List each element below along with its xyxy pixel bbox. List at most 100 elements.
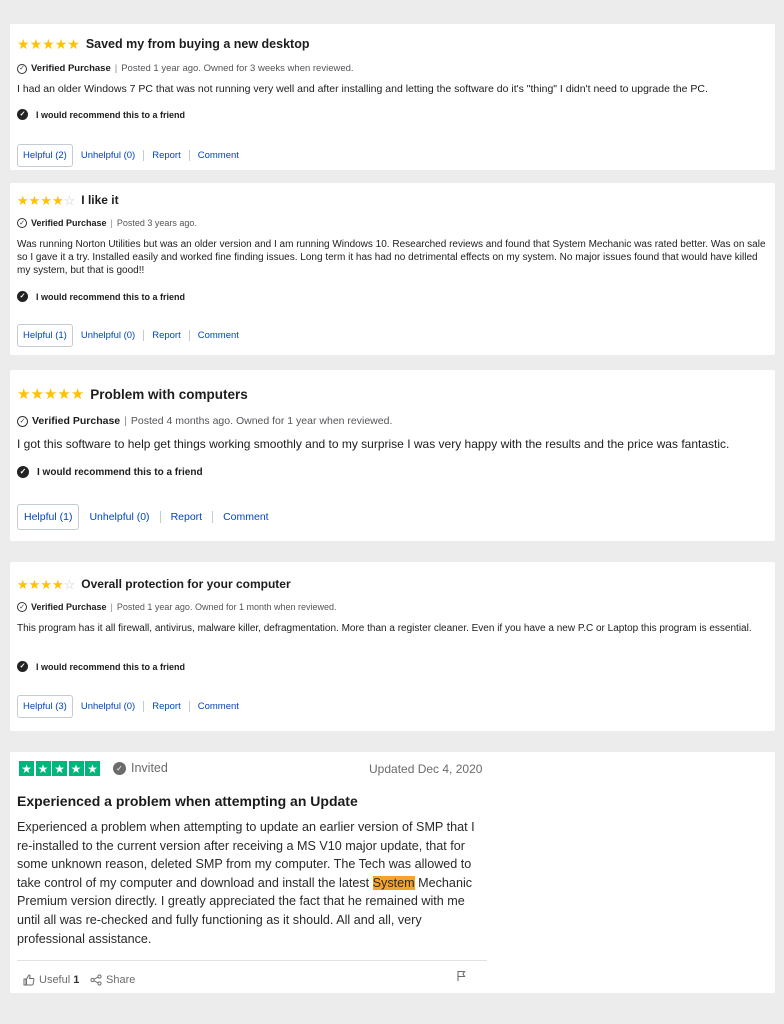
- star-filled-icon: ★: [54, 36, 68, 52]
- review-body: I got this software to help get things w…: [17, 437, 730, 451]
- verified-label: Verified Purchase: [31, 63, 111, 74]
- unhelpful-button[interactable]: Unhelpful (0): [72, 330, 144, 341]
- recommend-line: ✓ I would recommend this to a friend: [17, 466, 203, 478]
- review-card: ★ ★ ★ ★ ☆ I like it ✓ Verified Purchase | Po…: [10, 183, 775, 355]
- review-card: ★ ★ ★ ★ ☆ Overall protection for your comput…: [10, 562, 775, 731]
- recommend-text: I would recommend this to a friend: [37, 466, 203, 478]
- review-title: Saved my from buying a new desktop: [85, 37, 310, 51]
- comment-button[interactable]: Comment: [189, 330, 247, 341]
- recommend-line: ✓ I would recommend this to a friend: [17, 661, 185, 672]
- trustpilot-star-icon: ★: [85, 761, 100, 776]
- review-meta: ✓ Verified Purchase | Posted 4 months ag…: [17, 415, 392, 427]
- trustpilot-review-card: ★ ★ ★ ★ ★ ✓ Invited Updated Dec 4, 2020 Expe…: [10, 752, 775, 993]
- star-rating: ★ ★ ★ ★ ☆: [17, 578, 75, 591]
- helpful-button[interactable]: Helpful (1): [17, 324, 73, 347]
- useful-label: Useful: [39, 974, 71, 986]
- posted-info: Posted 3 years ago.: [116, 218, 197, 228]
- review-actions: Helpful (2) Unhelpful (0) Report Comment: [17, 144, 247, 167]
- star-filled-icon: ★: [51, 192, 64, 208]
- star-rating: ★ ★ ★ ★ ★: [17, 387, 84, 402]
- review-header: ★ ★ ★ ★ ☆ I like it: [17, 193, 119, 207]
- star-filled-icon: ★: [17, 192, 29, 208]
- review-body: This program has it all firewall, antivi…: [17, 623, 752, 634]
- review-card: ★ ★ ★ ★ ★ Saved my from buying a new desktop…: [10, 24, 775, 170]
- star-filled-icon: ★: [17, 36, 30, 52]
- review-card: ★ ★ ★ ★ ★ Problem with computers ✓ Verified …: [10, 370, 775, 541]
- invited-badge: ✓ Invited: [113, 761, 168, 775]
- review-title: Overall protection for your computer: [81, 577, 291, 591]
- unhelpful-button[interactable]: Unhelpful (0): [79, 511, 160, 523]
- report-button[interactable]: Report: [144, 701, 189, 712]
- helpful-button[interactable]: Helpful (3): [17, 695, 73, 718]
- review-actions: Helpful (1) Unhelpful (0) Report Comment: [17, 324, 247, 347]
- unhelpful-button[interactable]: Unhelpful (0): [72, 150, 144, 161]
- review-body: Experienced a problem when attempting to…: [17, 818, 485, 948]
- review-actions: Helpful (1) Unhelpful (0) Report Comment: [17, 504, 279, 530]
- review-date: Updated Dec 4, 2020: [369, 762, 483, 776]
- comment-button[interactable]: Comment: [189, 701, 247, 712]
- posted-info: Posted 1 year ago. Owned for 1 month whe…: [116, 602, 337, 612]
- trustpilot-star-icon: ★: [52, 761, 67, 776]
- report-button[interactable]: Report: [144, 330, 189, 341]
- review-header: ★ ★ ★ ★ ☆ Overall protection for your comput…: [17, 577, 291, 591]
- review-body: Was running Norton Utilities but was an …: [17, 239, 766, 276]
- flag-icon[interactable]: [456, 970, 467, 982]
- star-filled-icon: ★: [17, 386, 31, 403]
- star-rating: ★ ★ ★ ★ ★: [17, 37, 80, 51]
- review-meta: ✓ Verified Purchase | Posted 3 years ago…: [17, 218, 197, 228]
- verified-icon: ✓: [17, 63, 27, 74]
- star-filled-icon: ★: [40, 192, 52, 208]
- star-filled-icon: ★: [67, 36, 80, 52]
- review-actions: Helpful (3) Unhelpful (0) Report Comment: [17, 695, 247, 718]
- share-button[interactable]: Share: [90, 974, 135, 986]
- meta-separator: |: [110, 602, 113, 612]
- comment-button[interactable]: Comment: [189, 150, 247, 161]
- thumbs-up-icon: [23, 974, 35, 986]
- useful-count: 1: [73, 974, 80, 986]
- star-filled-icon: ★: [30, 386, 44, 403]
- recommend-check-icon: ✓: [17, 109, 28, 120]
- posted-info: Posted 4 months ago. Owned for 1 year wh…: [130, 415, 393, 427]
- useful-button[interactable]: Useful 1: [23, 974, 79, 986]
- review-meta: ✓ Verified Purchase | Posted 1 year ago.…: [17, 602, 337, 612]
- review-meta: ✓ Verified Purchase | Posted 1 year ago.…: [17, 63, 354, 74]
- trustpilot-star-icon: ★: [68, 761, 84, 776]
- report-button[interactable]: Report: [160, 511, 213, 523]
- star-rating: ★ ★ ★ ★ ☆: [17, 194, 75, 207]
- helpful-button[interactable]: Helpful (2): [17, 144, 73, 167]
- star-filled-icon: ★: [43, 386, 58, 403]
- helpful-button[interactable]: Helpful (1): [17, 504, 80, 530]
- star-filled-icon: ★: [70, 386, 85, 403]
- share-icon: [90, 974, 102, 986]
- verified-label: Verified Purchase: [32, 415, 121, 427]
- comment-button[interactable]: Comment: [213, 511, 279, 523]
- star-filled-icon: ★: [28, 192, 41, 208]
- star-filled-icon: ★: [29, 36, 43, 52]
- trustpilot-star-icon: ★: [19, 761, 34, 776]
- search-highlight: System: [372, 875, 415, 890]
- recommend-text: I would recommend this to a friend: [36, 291, 186, 302]
- recommend-line: ✓ I would recommend this to a friend: [17, 109, 185, 120]
- star-filled-icon: ★: [28, 576, 41, 592]
- recommend-check-icon: ✓: [17, 466, 29, 478]
- invited-label: Invited: [131, 761, 168, 775]
- invited-check-icon: ✓: [113, 761, 126, 775]
- star-filled-icon: ★: [51, 576, 64, 592]
- verified-label: Verified Purchase: [31, 218, 107, 228]
- star-filled-icon: ★: [17, 576, 29, 592]
- star-filled-icon: ★: [57, 386, 71, 403]
- recommend-text: I would recommend this to a friend: [36, 109, 186, 120]
- recommend-check-icon: ✓: [17, 661, 28, 672]
- meta-separator: |: [110, 218, 113, 228]
- review-body: I had an older Windows 7 PC that was not…: [17, 83, 708, 95]
- report-button[interactable]: Report: [144, 150, 189, 161]
- posted-info: Posted 1 year ago. Owned for 3 weeks whe…: [121, 63, 354, 74]
- recommend-line: ✓ I would recommend this to a friend: [17, 291, 185, 302]
- review-title: Experienced a problem when attempting an…: [17, 793, 358, 809]
- meta-separator: |: [114, 63, 118, 74]
- trustpilot-stars: ★ ★ ★ ★ ★: [19, 761, 102, 776]
- review-header: ★ ★ ★ ★ ★ Problem with computers: [17, 387, 248, 402]
- recommend-check-icon: ✓: [17, 291, 28, 302]
- review-title: I like it: [81, 193, 119, 207]
- unhelpful-button[interactable]: Unhelpful (0): [72, 701, 144, 712]
